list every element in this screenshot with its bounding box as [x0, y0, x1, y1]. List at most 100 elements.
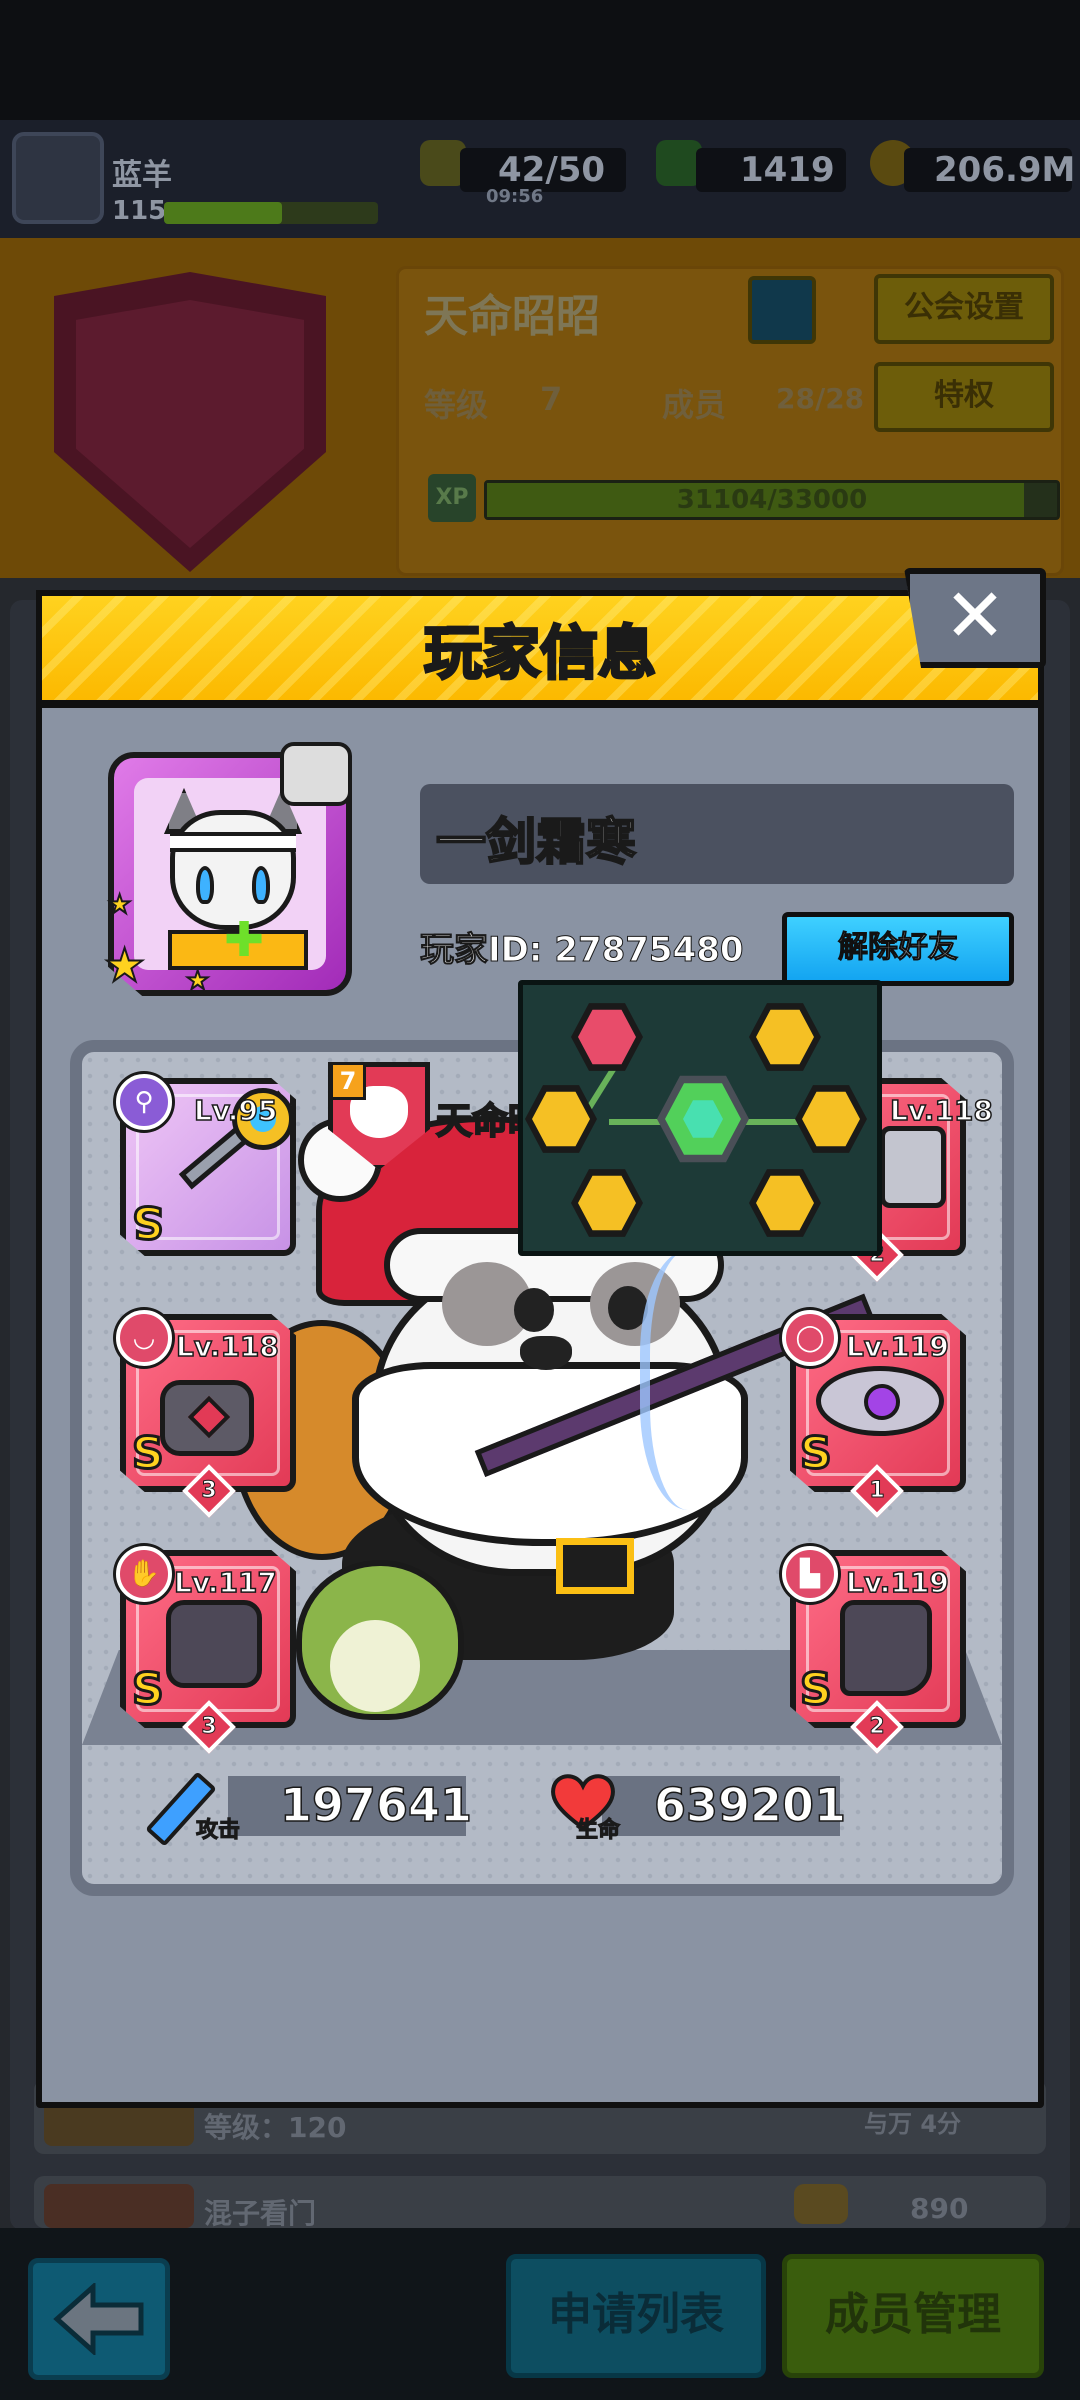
- ring-type-badge: ◯: [782, 1310, 838, 1366]
- gloves-type-badge: ✋: [116, 1546, 172, 1602]
- talent-node-icon: [578, 1175, 636, 1231]
- tear-left: [196, 866, 214, 904]
- hero-nose: [520, 1336, 572, 1370]
- gloves-art: [166, 1600, 262, 1688]
- player-xp-bar: [164, 202, 378, 224]
- heal-plus-icon: ✚: [224, 912, 265, 968]
- talent-core-node[interactable]: [657, 1075, 749, 1163]
- star-icon: ★: [185, 965, 210, 997]
- trophy-icon: [794, 2184, 848, 2224]
- talent-node[interactable]: [571, 1169, 643, 1237]
- hp-value: 639201: [653, 1777, 847, 1833]
- ring-icon: ◯: [795, 1323, 825, 1353]
- talent-node-icon: [802, 1091, 860, 1147]
- guild-level-value: 7: [540, 380, 563, 418]
- guild-privilege-button[interactable]: 特权: [874, 362, 1054, 432]
- gloves-level: Lv.117: [173, 1565, 277, 1600]
- guild-xp-badge: XP: [428, 474, 476, 522]
- member-manage-button[interactable]: 成员管理: [782, 2254, 1044, 2378]
- weapon-level: Lv.95: [193, 1093, 278, 1128]
- member-avatar: [44, 2184, 194, 2228]
- player-name: 蓝羊: [112, 158, 172, 193]
- member-score: 890: [910, 2192, 969, 2225]
- gloves-grade: S: [131, 1663, 166, 1717]
- boots-star-count: 2: [869, 1714, 885, 1740]
- talent-node-icon: [578, 1009, 636, 1065]
- close-icon[interactable]: ✕: [904, 568, 1046, 668]
- guild-members-label: 成员: [662, 386, 727, 424]
- talent-node-icon: [756, 1009, 814, 1065]
- unfriend-button[interactable]: 解除好友: [782, 912, 1014, 986]
- gold-value: 206.9M: [934, 150, 1076, 190]
- boots-art: [840, 1600, 932, 1696]
- talent-node-icon: [756, 1175, 814, 1231]
- necklace-star-count: 3: [201, 1478, 217, 1504]
- player-level: 115: [112, 196, 167, 226]
- cat-bandage: [170, 832, 296, 852]
- hp-stat-box: 639201: [602, 1776, 847, 1836]
- hp-caption: 生命: [575, 1818, 621, 1844]
- lightning-effect: [640, 1250, 760, 1510]
- boot-icon: ▙: [800, 1559, 820, 1589]
- guild-tag-level: 7: [330, 1062, 366, 1100]
- gloves-star-count: 3: [201, 1714, 217, 1740]
- guild-xp-bar: 31104/33000: [484, 480, 1060, 520]
- player-xp-fill: [164, 202, 282, 224]
- glove-icon: ✋: [127, 1559, 161, 1589]
- ring-star-count: 1: [869, 1478, 885, 1504]
- necklace-type-badge: ◡: [116, 1310, 172, 1366]
- player-id: 玩家ID: 27875480: [420, 930, 745, 971]
- member-row-right-text: 与万 4分: [864, 2110, 962, 2138]
- star-icon: ★: [103, 937, 146, 993]
- talent-node-icon: [532, 1091, 590, 1147]
- guild-xp-text: 31104/33000: [676, 485, 868, 515]
- eye-left: [514, 1288, 554, 1332]
- player-avatar[interactable]: [12, 132, 104, 224]
- gem-value: 1419: [740, 150, 835, 190]
- frog-belly: [330, 1620, 420, 1712]
- attack-value: 197641: [279, 1777, 473, 1833]
- armor-level: Lv.118: [889, 1093, 993, 1128]
- attack-caption: 攻击: [195, 1818, 241, 1844]
- member-level-text: 等级：120: [204, 2111, 347, 2144]
- talent-tree-popup[interactable]: [518, 980, 882, 1256]
- energy-value: 42/50: [498, 150, 606, 190]
- modal-title: 玩家信息: [422, 618, 657, 689]
- apply-list-button[interactable]: 申请列表: [506, 2254, 766, 2378]
- wand-icon: ⚲: [134, 1087, 154, 1117]
- necklace-level: Lv.118: [175, 1329, 279, 1364]
- talent-node[interactable]: [749, 1169, 821, 1237]
- back-button[interactable]: [28, 2258, 170, 2380]
- guild-settings-button[interactable]: 公会设置: [874, 274, 1054, 344]
- gold-counter: 206.9M: [904, 148, 1076, 192]
- weapon-grade: S: [131, 1195, 166, 1249]
- attack-stat-box: 197641: [228, 1776, 473, 1836]
- guild-members-value: 28/28: [776, 382, 865, 415]
- talent-node[interactable]: [795, 1085, 867, 1153]
- guild-level-label: 等级: [424, 386, 489, 424]
- necklace-icon: ◡: [134, 1323, 154, 1353]
- ring-level: Lv.119: [845, 1329, 949, 1364]
- necklace-grade: S: [131, 1427, 166, 1481]
- edit-pencil-icon[interactable]: [748, 276, 816, 344]
- modal-player-name: 一剑霜寒: [435, 812, 637, 872]
- crying-cat-emote-icon: [280, 742, 352, 806]
- talent-node[interactable]: [525, 1085, 597, 1153]
- back-arrow-icon: [53, 2283, 144, 2355]
- gem-counter: 1419: [696, 148, 846, 192]
- status-bar-area: [0, 0, 1080, 120]
- weapon-type-badge: ⚲: [116, 1074, 172, 1130]
- boots-grade: S: [799, 1663, 834, 1717]
- ring-gem-art: [864, 1384, 900, 1420]
- star-icon: ★: [107, 889, 132, 921]
- boots-type-badge: ▙: [782, 1546, 838, 1602]
- member-name-text: 混子看门: [204, 2197, 317, 2230]
- talent-node[interactable]: [749, 1003, 821, 1071]
- member-row[interactable]: 混子看门 890: [34, 2176, 1046, 2230]
- ring-grade: S: [799, 1427, 834, 1481]
- energy-timer: 09:56: [486, 186, 544, 207]
- belt-buckle: [556, 1538, 634, 1594]
- tear-right: [252, 866, 270, 904]
- armor-art: [880, 1126, 946, 1208]
- talent-node[interactable]: [571, 1003, 643, 1071]
